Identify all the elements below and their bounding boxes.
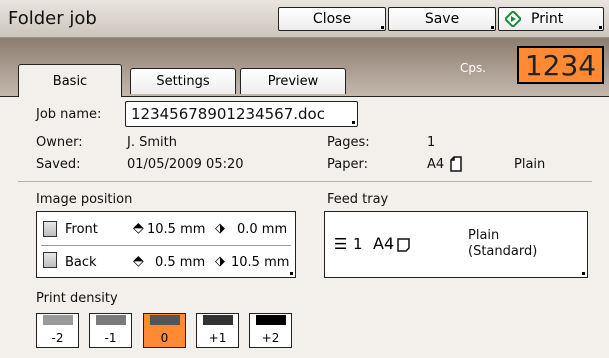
front-label: Front (65, 222, 98, 237)
tab-basic[interactable]: Basic (18, 64, 122, 97)
density-option-plus1[interactable]: +1 (196, 313, 239, 348)
paper-label: Paper: (327, 157, 368, 172)
tab-settings[interactable]: Settings (130, 68, 236, 94)
density-option-minus2[interactable]: -2 (36, 313, 79, 348)
corner-mark (290, 272, 293, 275)
front-side-icon (43, 221, 57, 237)
tray-type-line1: Plain (468, 228, 500, 243)
back-horizontal-value: 10.5 mm (231, 255, 290, 270)
save-button[interactable]: Save (388, 7, 496, 31)
density-option-minus1[interactable]: -1 (89, 313, 132, 348)
copies-counter: 1234 (517, 46, 604, 84)
tray-type-line2: (Standard) (468, 244, 538, 259)
save-button-label: Save (424, 11, 460, 27)
tray-paper-size: A4 (373, 234, 395, 253)
feed-tray-heading: Feed tray (327, 192, 389, 207)
front-horizontal-value: 0.0 mm (237, 222, 288, 237)
owner-label: Owner: (36, 135, 83, 150)
back-row: Back ⬘ 0.5 mm ⬗ 10.5 mm (43, 250, 293, 272)
back-vertical-value: 0.5 mm (155, 255, 206, 270)
owner-value: J. Smith (127, 135, 177, 150)
corner-mark (381, 26, 384, 29)
saved-label: Saved: (36, 157, 81, 172)
front-vertical-value: 10.5 mm (147, 222, 206, 237)
horizontal-arrows-icon: ⬗ (215, 221, 225, 236)
job-name-value: 12345678901234567.doc (131, 105, 325, 123)
window-title: Folder job (8, 8, 97, 29)
corner-mark (352, 121, 355, 124)
density-swatch (202, 315, 233, 325)
pages-value: 1 (427, 135, 436, 150)
vertical-arrows-icon: ⬘ (133, 253, 144, 269)
density-option-plus2[interactable]: +2 (249, 313, 292, 348)
image-position-button[interactable]: Front ⬘ 10.5 mm ⬗ 0.0 mm Back ⬘ 0.5 mm ⬗… (36, 211, 296, 278)
pages-label: Pages: (327, 135, 370, 150)
portrait-paper-icon (450, 156, 462, 176)
density-swatch (255, 315, 286, 325)
close-button[interactable]: Close (278, 7, 386, 31)
row-divider (41, 245, 291, 246)
horizontal-arrows-icon: ⬗ (215, 254, 225, 269)
counter-label: Cps. (460, 61, 487, 75)
corner-mark (582, 272, 585, 275)
density-swatch (95, 315, 126, 325)
back-side-icon (43, 252, 57, 268)
close-button-label: Close (312, 11, 352, 27)
density-label: -1 (104, 331, 117, 345)
job-name-label: Job name: (36, 107, 102, 122)
landscape-paper-icon (397, 237, 410, 256)
paper-size: A4 (427, 157, 445, 172)
print-button[interactable]: Print (498, 7, 604, 31)
tab-preview-label: Preview (267, 74, 319, 89)
tray-icon: ☰ (334, 235, 348, 253)
tray-number: 1 (353, 235, 363, 253)
divider (18, 181, 592, 182)
print-button-label: Print (531, 11, 564, 27)
corner-mark (599, 26, 602, 29)
job-name-field[interactable]: 12345678901234567.doc (125, 101, 358, 127)
print-density-heading: Print density (36, 291, 118, 306)
tab-basic-label: Basic (52, 73, 88, 89)
corner-mark (491, 26, 494, 29)
print-icon (503, 9, 523, 29)
density-swatch (42, 315, 73, 325)
density-label: -2 (51, 331, 64, 345)
density-label: 0 (160, 331, 169, 345)
vertical-arrows-icon: ⬘ (133, 220, 144, 236)
density-swatch (149, 315, 180, 325)
feed-tray-button[interactable]: ☰ 1 A4 Plain (Standard) (324, 211, 588, 278)
paper-type: Plain (514, 157, 546, 172)
density-option-0[interactable]: 0 (143, 313, 186, 348)
saved-value: 01/05/2009 05:20 (127, 157, 244, 172)
tab-settings-label: Settings (156, 74, 210, 89)
density-label: +2 (261, 331, 280, 345)
front-row: Front ⬘ 10.5 mm ⬗ 0.0 mm (43, 219, 293, 241)
back-label: Back (65, 255, 97, 270)
image-position-heading: Image position (36, 192, 133, 207)
density-label: +1 (208, 331, 227, 345)
tab-preview[interactable]: Preview (240, 68, 346, 94)
